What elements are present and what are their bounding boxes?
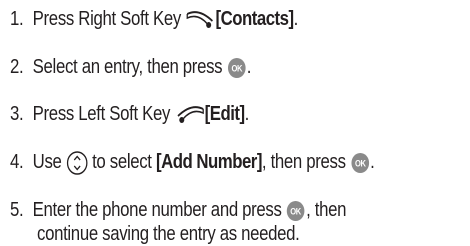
ok-key-icon: OK: [286, 200, 306, 222]
step-3: 3. Press Left Soft Key [Edit].: [10, 102, 249, 126]
step-4: 4. Use to select [Add Number], then press…: [10, 150, 375, 175]
right-soft-key-icon: [185, 9, 215, 31]
step-number: 5.: [10, 199, 24, 221]
ok-key-icon: OK: [350, 152, 370, 174]
step-punct: .: [246, 56, 252, 78]
instruction-steps: 1. Press Right Soft Key [Contacts]. 2. Sel…: [0, 0, 470, 245]
step-text: Press Left Soft Key: [32, 103, 171, 125]
step-1: 1. Press Right Soft Key [Contacts].: [10, 7, 298, 31]
ok-key-icon: OK: [227, 57, 247, 79]
step-text: Select an entry, then press: [32, 56, 223, 78]
step-text: , then: [306, 199, 347, 221]
svg-text:OK: OK: [231, 63, 242, 74]
step-number: 1.: [10, 8, 24, 30]
step-number: 4.: [10, 151, 24, 173]
step-text: Enter the phone number and press: [32, 199, 282, 221]
step-text: to select: [92, 151, 152, 173]
svg-text:OK: OK: [355, 158, 366, 169]
step-text: Press Right Soft Key: [32, 8, 182, 30]
step-5-continuation: continue saving the entry as needed.: [37, 223, 300, 245]
edit-label: [Edit]: [204, 103, 245, 125]
step-2: 2. Select an entry, then press OK .: [10, 55, 251, 79]
step-text: , then press: [261, 151, 346, 173]
svg-text:OK: OK: [291, 206, 302, 217]
step-text: Use: [32, 151, 62, 173]
left-soft-key-icon: [174, 104, 204, 126]
step-punct: .: [370, 151, 375, 173]
step-punct: .: [293, 8, 299, 30]
step-number: 3.: [10, 103, 24, 125]
add-number-label: [Add Number]: [155, 151, 262, 173]
step-number: 2.: [10, 56, 24, 78]
navigation-key-icon: [66, 150, 88, 175]
step-5: 5. Enter the phone number and press OK , …: [10, 198, 346, 222]
contacts-label: [Contacts]: [215, 8, 295, 30]
step-punct: .: [244, 103, 250, 125]
